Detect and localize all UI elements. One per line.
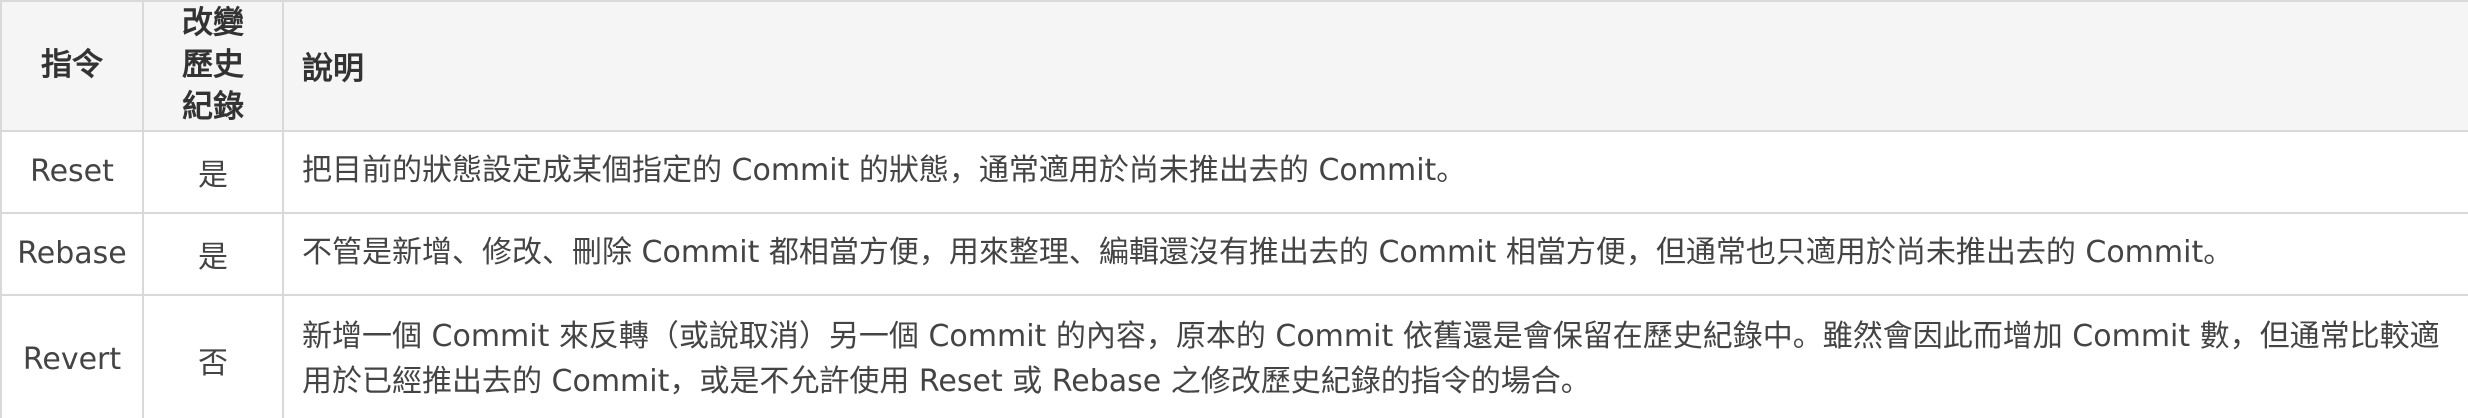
cell-description: 把目前的狀態設定成某個指定的 Commit 的狀態，通常適用於尚未推出去的 Co… <box>282 129 2468 214</box>
cell-description: 新增一個 Commit 來反轉（或說取消）另一個 Commit 的內容，原本的 … <box>282 293 2468 418</box>
table-row: Revert 否 新增一個 Commit 來反轉（或說取消）另一個 Commit… <box>0 293 2468 418</box>
cell-changes-history: 是 <box>142 211 284 296</box>
table-body: Reset 是 把目前的狀態設定成某個指定的 Commit 的狀態，通常適用於尚… <box>0 129 2468 418</box>
header-changes-history: 改變歷史紀錄 <box>142 0 284 132</box>
table-row: Rebase 是 不管是新增、修改、刪除 Commit 都相當方便，用來整理、編… <box>0 211 2468 296</box>
cell-changes-history: 否 <box>142 293 284 418</box>
cell-command: Reset <box>0 129 144 214</box>
table-row: Reset 是 把目前的狀態設定成某個指定的 Commit 的狀態，通常適用於尚… <box>0 129 2468 214</box>
table-header: 指令 改變歷史紀錄 說明 <box>0 0 2468 132</box>
cell-command: Revert <box>0 293 144 418</box>
header-command: 指令 <box>0 0 144 132</box>
header-row: 指令 改變歷史紀錄 說明 <box>0 0 2468 132</box>
header-description: 說明 <box>282 0 2468 132</box>
header-changes-history-label: 改變歷史紀錄 <box>182 5 244 125</box>
cell-changes-history: 是 <box>142 129 284 214</box>
git-commands-table: 指令 改變歷史紀錄 說明 Reset 是 把目前的狀態設定成某個指定的 Comm… <box>0 0 2468 418</box>
cell-description: 不管是新增、修改、刪除 Commit 都相當方便，用來整理、編輯還沒有推出去的 … <box>282 211 2468 296</box>
cell-command: Rebase <box>0 211 144 296</box>
